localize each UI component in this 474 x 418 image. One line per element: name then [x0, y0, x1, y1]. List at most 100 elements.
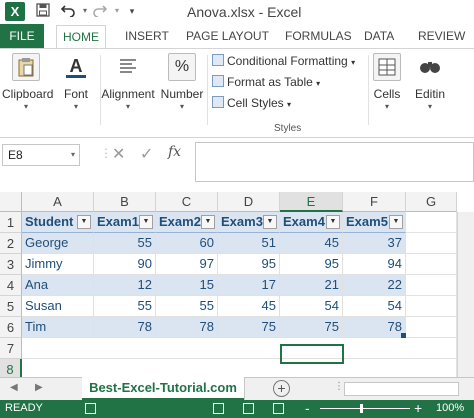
alignment-group[interactable]: Alignment ▾ [98, 53, 158, 111]
page-break-view-icon[interactable] [273, 403, 284, 414]
filter-dropdown-icon[interactable]: ▼ [263, 215, 277, 229]
number-group[interactable]: % Number ▾ [160, 53, 204, 111]
table-cell[interactable]: 51 [218, 233, 280, 254]
table-cell[interactable]: 78 [156, 317, 218, 338]
table-cell[interactable]: George [22, 233, 94, 254]
table-cell[interactable]: 54 [343, 296, 406, 317]
row-header-5[interactable]: 5 [0, 296, 22, 317]
enter-check-icon[interactable]: ✓ [140, 144, 153, 164]
table-cell[interactable]: 97 [156, 254, 218, 275]
row-header-7[interactable]: 7 [0, 338, 22, 359]
tab-formulas[interactable]: FORMULAS [285, 24, 352, 48]
table-cell[interactable]: 45 [280, 233, 343, 254]
table-header-cell[interactable]: Exam2 ▼ [156, 212, 218, 233]
empty-cell[interactable] [406, 254, 457, 275]
row-header-3[interactable]: 3 [0, 254, 22, 275]
normal-view-icon[interactable] [213, 403, 224, 414]
customize-qat-icon[interactable]: ▾ [124, 3, 140, 19]
table-cell[interactable]: 78 [343, 317, 406, 338]
sheet-next-icon[interactable]: ▶ [35, 382, 43, 393]
tab-data[interactable]: DATA [364, 24, 394, 48]
table-cell[interactable]: Tim [22, 317, 94, 338]
redo-dropdown-icon[interactable]: ▾ [109, 3, 125, 19]
row-header-1[interactable]: 1 [0, 212, 22, 233]
table-cell[interactable]: 15 [156, 275, 218, 296]
table-cell[interactable]: 94 [343, 254, 406, 275]
page-layout-view-icon[interactable] [243, 403, 254, 414]
empty-cell[interactable] [406, 275, 457, 296]
save-icon[interactable] [35, 3, 51, 19]
row-header-2[interactable]: 2 [0, 233, 22, 254]
table-cell[interactable]: 21 [280, 275, 343, 296]
table-cell[interactable]: Susan [22, 296, 94, 317]
zoom-out-button[interactable]: - [305, 400, 310, 416]
macro-record-icon[interactable] [85, 403, 96, 414]
table-cell[interactable]: 95 [280, 254, 343, 275]
insert-function-icon[interactable]: fx [168, 144, 181, 160]
font-group[interactable]: A Font ▾ [60, 53, 92, 111]
column-header-f[interactable]: F [343, 192, 406, 212]
table-cell[interactable]: 17 [218, 275, 280, 296]
table-cell[interactable]: 78 [94, 317, 156, 338]
cells-group[interactable]: Cells ▾ [372, 53, 402, 111]
filter-dropdown-icon[interactable]: ▼ [77, 215, 91, 229]
column-header-c[interactable]: C [156, 192, 218, 212]
zoom-slider-thumb[interactable] [360, 404, 363, 413]
empty-row[interactable] [22, 359, 457, 377]
chevron-down-icon[interactable]: ▾ [71, 145, 75, 165]
formula-input[interactable] [195, 142, 474, 182]
clipboard-group[interactable]: Clipboard ▾ [2, 53, 53, 111]
empty-cell[interactable] [406, 212, 457, 233]
column-header-g[interactable]: G [406, 192, 457, 212]
table-cell[interactable]: 22 [343, 275, 406, 296]
table-header-cell[interactable]: Exam5 ▼ [343, 212, 406, 233]
table-cell[interactable]: 55 [94, 233, 156, 254]
vertical-scrollbar[interactable] [457, 212, 474, 377]
column-header-d[interactable]: D [218, 192, 280, 212]
undo-icon[interactable] [60, 3, 76, 19]
cancel-icon[interactable]: ✕ [112, 144, 125, 164]
sheet-prev-icon[interactable]: ◀ [10, 382, 18, 393]
table-cell[interactable]: 55 [156, 296, 218, 317]
filter-dropdown-icon[interactable]: ▼ [139, 215, 153, 229]
table-cell[interactable]: 75 [218, 317, 280, 338]
filter-dropdown-icon[interactable]: ▼ [326, 215, 340, 229]
filter-dropdown-icon[interactable]: ▼ [201, 215, 215, 229]
cell-styles-button[interactable]: Cell Styles ▾ [212, 96, 291, 110]
zoom-slider[interactable] [320, 408, 410, 409]
table-header-cell[interactable]: Student ▼ [22, 212, 94, 233]
column-header-e[interactable]: E [280, 192, 343, 212]
empty-cell[interactable] [406, 233, 457, 254]
column-header-b[interactable]: B [94, 192, 156, 212]
tab-home[interactable]: HOME [56, 25, 106, 48]
empty-row[interactable] [22, 338, 457, 359]
tab-page-layout[interactable]: PAGE LAYOUT [186, 24, 269, 48]
undo-dropdown-icon[interactable]: ▾ [77, 3, 93, 19]
tab-split-handle-icon[interactable]: ⋮ [334, 381, 344, 392]
add-sheet-button[interactable]: + [273, 380, 290, 397]
editing-group[interactable]: Editin ▾ [410, 53, 450, 111]
row-header-6[interactable]: 6 [0, 317, 22, 338]
tab-review[interactable]: REVIEW [418, 24, 465, 48]
table-cell[interactable]: 54 [280, 296, 343, 317]
zoom-level[interactable]: 100% [436, 402, 464, 414]
sheet-tab-active[interactable]: Best-Excel-Tutorial.com [82, 377, 244, 400]
table-header-cell[interactable]: Exam4 ▼ [280, 212, 343, 233]
table-cell[interactable]: 90 [94, 254, 156, 275]
table-cell[interactable]: 12 [94, 275, 156, 296]
empty-cell[interactable] [406, 296, 457, 317]
select-all-corner[interactable] [0, 192, 22, 212]
table-header-cell[interactable]: Exam1 ▼ [94, 212, 156, 233]
table-cell[interactable]: 37 [343, 233, 406, 254]
zoom-in-button[interactable]: + [414, 400, 422, 416]
tab-insert[interactable]: INSERT [125, 24, 169, 48]
name-box[interactable]: E8 ▾ [2, 144, 80, 166]
redo-icon[interactable] [92, 3, 108, 19]
tab-file[interactable]: FILE [0, 24, 44, 48]
table-cell[interactable]: 45 [218, 296, 280, 317]
table-cell[interactable]: 60 [156, 233, 218, 254]
empty-cell[interactable] [406, 317, 457, 338]
row-header-4[interactable]: 4 [0, 275, 22, 296]
table-header-cell[interactable]: Exam3 ▼ [218, 212, 280, 233]
format-as-table-button[interactable]: Format as Table ▾ [212, 75, 320, 89]
